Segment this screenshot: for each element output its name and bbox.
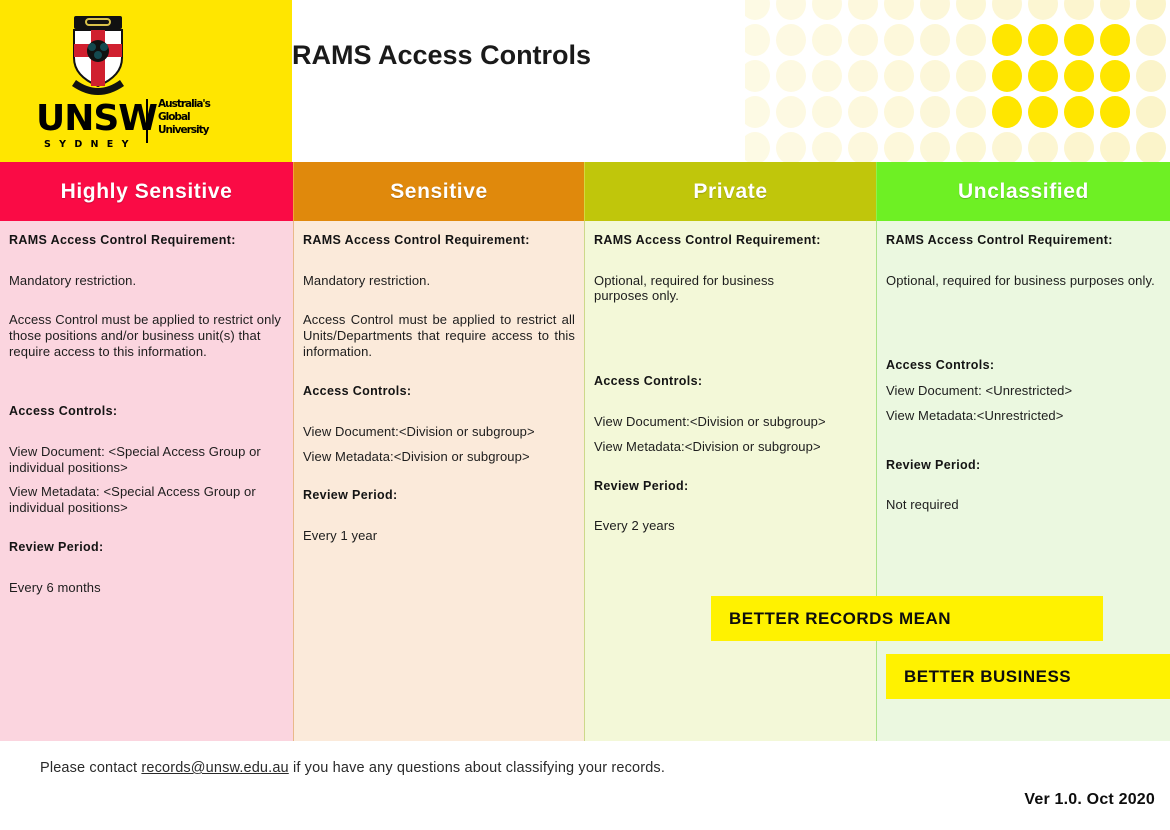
view-metadata-value: View Metadata:<Division or subgroup> bbox=[303, 448, 530, 464]
requirement-line-1: Optional, required for business purposes… bbox=[594, 272, 775, 304]
wordmark-sydney: S Y D N E Y bbox=[44, 139, 131, 150]
view-metadata-value: View Metadata:<Division or subgroup> bbox=[594, 438, 821, 454]
rams-access-controls-poster: UNSW S Y D N E Y Australia's Global Univ… bbox=[0, 0, 1170, 830]
review-period-heading: Review Period: bbox=[886, 457, 981, 472]
classification-band: Highly Sensitive Sensitive Private Uncla… bbox=[0, 162, 1170, 221]
requirement-line-1: Mandatory restriction. bbox=[9, 272, 137, 288]
footer-contact-note: Please contact records@unsw.edu.au if yo… bbox=[40, 760, 665, 776]
unsw-logo-panel: UNSW S Y D N E Y Australia's Global Univ… bbox=[0, 0, 292, 162]
column-body-highly-sensitive: RAMS Access Control Requirement: Mandato… bbox=[0, 221, 293, 741]
page-title: RAMS Access Controls bbox=[292, 40, 592, 70]
view-document-value: View Document: <Special Access Group or … bbox=[9, 443, 261, 475]
review-period-heading: Review Period: bbox=[594, 478, 689, 493]
column-body-sensitive: RAMS Access Control Requirement: Mandato… bbox=[293, 221, 584, 741]
review-period-heading: Review Period: bbox=[303, 488, 398, 503]
access-controls-heading: Access Controls: bbox=[303, 384, 412, 399]
requirement-line-2: Access Control must be applied to restri… bbox=[9, 312, 282, 360]
column-body-private: RAMS Access Control Requirement: Optiona… bbox=[584, 221, 876, 741]
footer-version-label: Ver 1.0. Oct 2020 bbox=[1024, 791, 1155, 808]
view-document-value: View Document:<Division or subgroup> bbox=[594, 413, 826, 429]
footer-note-after: if you have any questions about classify… bbox=[288, 760, 665, 776]
access-controls-heading: Access Controls: bbox=[594, 374, 703, 389]
tagline-line-3: University bbox=[158, 124, 209, 137]
unsw-wordmark: UNSW S Y D N E Y Australia's Global Univ… bbox=[30, 98, 270, 150]
callout-better-records-mean: BETTER RECORDS MEAN bbox=[711, 596, 1103, 641]
review-period-value: Every 6 months bbox=[9, 579, 101, 595]
access-controls-heading: Access Controls: bbox=[886, 358, 995, 373]
view-document-value: View Document: <Unrestricted> bbox=[886, 383, 1073, 399]
column-header-private[interactable]: Private bbox=[584, 162, 876, 221]
requirement-heading: RAMS Access Control Requirement: bbox=[9, 233, 236, 247]
footer-email-link[interactable]: records@unsw.edu.au bbox=[141, 760, 288, 776]
requirement-line-1: Mandatory restriction. bbox=[303, 272, 431, 288]
wordmark-unsw: UNSW bbox=[36, 98, 158, 139]
column-header-highly-sensitive[interactable]: Highly Sensitive bbox=[0, 162, 293, 221]
yellow-dot-grid-icon bbox=[745, 0, 1166, 162]
requirement-line-1: Optional, required for business purposes… bbox=[886, 272, 1155, 288]
tagline-line-1: Australia's bbox=[158, 98, 211, 110]
review-period-heading: Review Period: bbox=[9, 540, 104, 555]
page-footer: Please contact records@unsw.edu.au if yo… bbox=[0, 741, 1170, 830]
review-period-value: Every 2 years bbox=[594, 518, 675, 534]
view-document-value: View Document:<Division or subgroup> bbox=[303, 423, 535, 439]
requirement-heading: RAMS Access Control Requirement: bbox=[886, 233, 1113, 247]
wordmark-divider bbox=[146, 99, 148, 143]
requirement-line-2: Access Control must be applied to restri… bbox=[303, 312, 575, 360]
callout-better-business: BETTER BUSINESS bbox=[886, 654, 1170, 699]
review-period-value: Not required bbox=[886, 497, 959, 513]
view-metadata-value: View Metadata:<Unrestricted> bbox=[886, 407, 1064, 423]
footer-note-before: Please contact bbox=[40, 760, 142, 776]
page-header: UNSW S Y D N E Y Australia's Global Univ… bbox=[0, 0, 1170, 162]
column-header-unclassified[interactable]: Unclassified bbox=[876, 162, 1170, 221]
view-metadata-value: View Metadata: <Special Access Group or … bbox=[9, 484, 256, 516]
requirement-heading: RAMS Access Control Requirement: bbox=[303, 233, 530, 247]
requirement-heading: RAMS Access Control Requirement: bbox=[594, 233, 821, 247]
review-period-value: Every 1 year bbox=[303, 528, 378, 544]
tagline-line-2: Global bbox=[158, 111, 191, 124]
unsw-crest-icon bbox=[72, 16, 124, 95]
access-controls-heading: Access Controls: bbox=[9, 404, 118, 419]
column-header-sensitive[interactable]: Sensitive bbox=[293, 162, 584, 221]
